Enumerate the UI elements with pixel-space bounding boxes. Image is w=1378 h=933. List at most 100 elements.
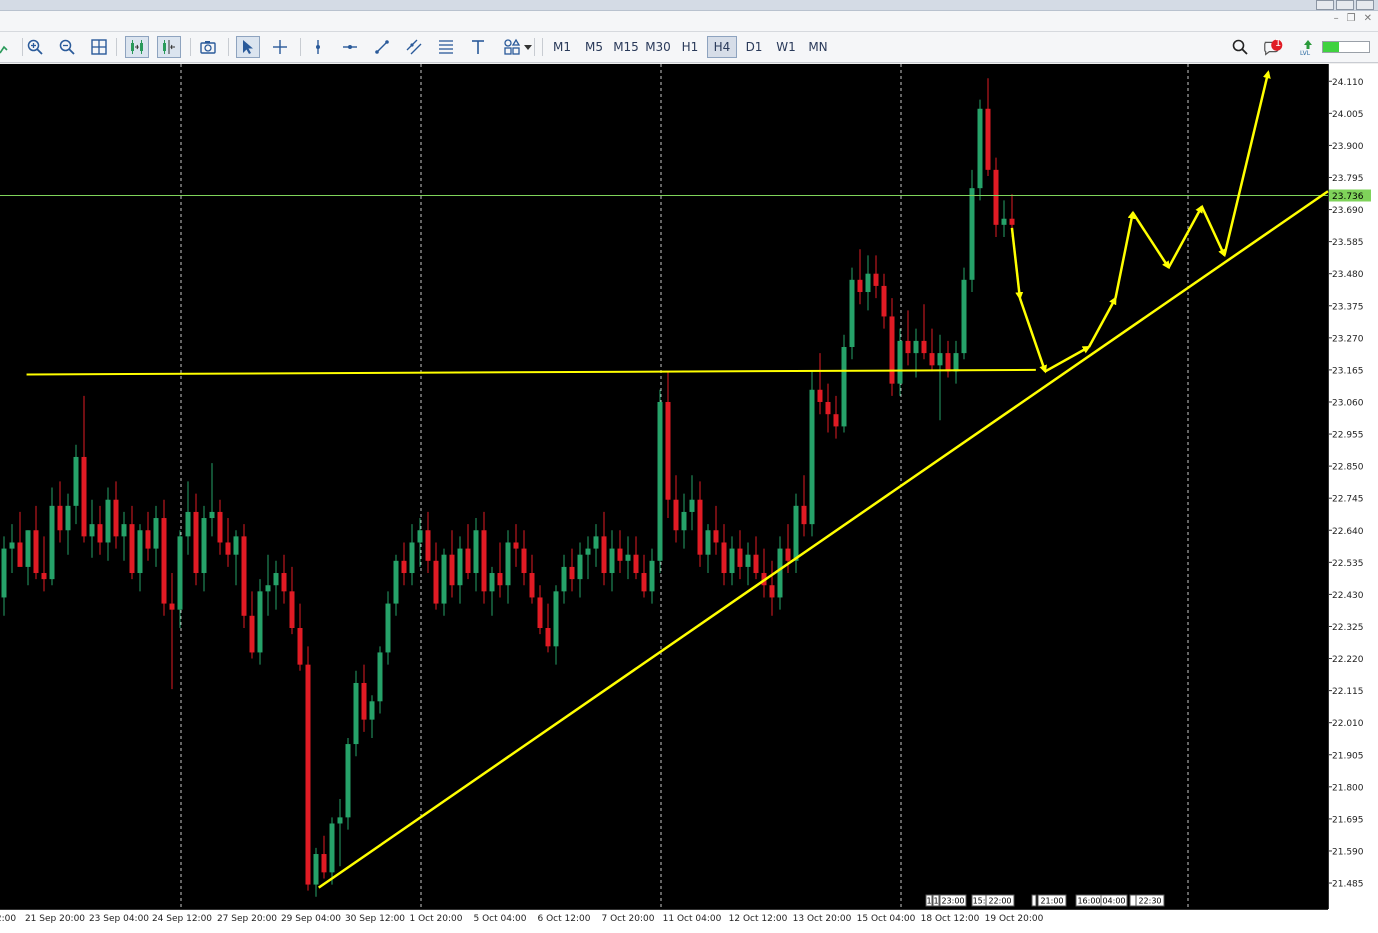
trend-arrow-icon[interactable] xyxy=(0,40,8,54)
time-marker-label: 1 xyxy=(933,897,938,906)
timeframe-m5-button[interactable]: M5 xyxy=(581,36,607,58)
toolbar-separator xyxy=(22,38,23,56)
zoom-out-icon xyxy=(59,39,75,55)
window-title-bar xyxy=(0,0,1378,11)
timeframe-m1-button[interactable]: M1 xyxy=(549,36,575,58)
shapes-dropdown-caret-icon[interactable] xyxy=(524,45,532,50)
candle-body xyxy=(769,585,775,598)
y-tick-label: 21.905 xyxy=(1332,751,1364,761)
lvl-label: LVL xyxy=(1300,50,1311,57)
y-tick-label: 22.640 xyxy=(1332,527,1364,537)
candle-body xyxy=(497,573,503,586)
candle-body xyxy=(665,401,671,500)
zoom-in-icon xyxy=(27,39,43,55)
price-chart[interactable]: 24.110 24.005 23.900 23.795 23.690 23.585 23.4… xyxy=(0,64,1378,933)
search-button[interactable] xyxy=(1228,36,1252,58)
screenshot-tool-button[interactable] xyxy=(196,36,220,58)
x-tick-label: 19 Oct 20:00 xyxy=(985,914,1044,924)
timeframe-w1-button[interactable]: W1 xyxy=(773,36,799,58)
candle-body xyxy=(273,573,279,586)
horizontal-line-tool-button[interactable] xyxy=(338,36,362,58)
chart-shift-tool-button[interactable] xyxy=(157,36,181,58)
shapes-menu-icon xyxy=(504,38,521,55)
notifications-button[interactable]: 1 xyxy=(1261,36,1287,58)
timeframe-h1-button[interactable]: H1 xyxy=(677,36,703,58)
zoom-in-tool-button[interactable] xyxy=(23,36,47,58)
time-marker-tag[interactable] xyxy=(1031,894,1037,907)
candle-body xyxy=(177,536,183,610)
candle-body xyxy=(825,401,831,415)
chart-area[interactable]: 24.110 24.005 23.900 23.795 23.690 23.585 23.4… xyxy=(0,64,1378,933)
timeframe-h4-button[interactable]: H4 xyxy=(707,36,737,58)
toolbar-separator xyxy=(542,38,543,56)
candle-body xyxy=(801,505,807,525)
timeframe-m30-button[interactable]: M30 xyxy=(643,36,673,58)
maximize-window-button[interactable] xyxy=(1336,0,1354,10)
candle-body xyxy=(729,548,735,574)
y-tick-label: 22.010 xyxy=(1332,719,1364,729)
candle-body xyxy=(353,682,359,745)
candle-body xyxy=(297,628,303,665)
candle-body xyxy=(641,573,647,592)
y-tick-label: 22.325 xyxy=(1332,623,1364,633)
crosshair-tool-button[interactable] xyxy=(268,36,292,58)
equidistant-channel-tool-button[interactable] xyxy=(402,36,426,58)
candle-body xyxy=(673,499,679,531)
tile-windows-tool-button[interactable] xyxy=(87,36,111,58)
timeframe-d1-button[interactable]: D1 xyxy=(741,36,767,58)
candle-body xyxy=(305,664,311,885)
signal-level-button[interactable]: LVL xyxy=(1296,36,1320,58)
zoom-out-tool-button[interactable] xyxy=(55,36,79,58)
x-tick-label: 30 Sep 12:00 xyxy=(345,914,405,924)
y-tick-label: 22.955 xyxy=(1332,431,1364,441)
candle-body xyxy=(953,353,959,372)
chart-restore-icon[interactable]: ❐ xyxy=(1347,13,1356,24)
chart-minimize-icon[interactable]: – xyxy=(1334,13,1339,24)
trend-line-icon xyxy=(375,40,389,54)
equidistant-channel-icon xyxy=(406,39,422,55)
candle-body xyxy=(217,511,223,543)
time-marker-label: 04:00 xyxy=(1102,897,1125,906)
chart-close-icon[interactable]: ✕ xyxy=(1364,13,1372,24)
auto-scroll-tool-button[interactable] xyxy=(125,36,149,58)
cursor-tool-button[interactable] xyxy=(236,36,260,58)
timeframe-mn-button[interactable]: MN xyxy=(804,36,832,58)
x-tick-label: 13 Oct 20:00 xyxy=(793,914,852,924)
y-tick-label: 23.795 xyxy=(1332,174,1364,184)
candle-body xyxy=(609,548,615,574)
trend-line-tool-button[interactable] xyxy=(370,36,394,58)
candle-body xyxy=(417,530,423,543)
vertical-line-tool-button[interactable] xyxy=(306,36,330,58)
candle-body xyxy=(409,542,415,574)
candle-body xyxy=(993,169,999,225)
candle-body xyxy=(129,524,135,574)
candle-body xyxy=(449,554,455,586)
candle-body xyxy=(473,530,479,574)
window-controls xyxy=(1316,0,1374,10)
candle-body xyxy=(985,108,991,170)
candle-body xyxy=(9,542,15,549)
timeframe-m15-button[interactable]: M15 xyxy=(611,36,641,58)
time-marker-label: 23:00 xyxy=(941,897,964,906)
close-window-button[interactable] xyxy=(1356,0,1374,10)
x-tick-label: 23 Sep 04:00 xyxy=(89,914,149,924)
candle-body xyxy=(481,530,487,592)
candle-body xyxy=(257,591,263,653)
time-marker-tag[interactable] xyxy=(1129,894,1137,907)
y-tick-label: 23.270 xyxy=(1332,334,1364,344)
candle-body xyxy=(369,701,375,720)
y-tick-label: 23.060 xyxy=(1332,398,1364,408)
candle-body xyxy=(977,108,983,189)
minimize-window-button[interactable] xyxy=(1316,0,1334,10)
candle-body xyxy=(505,542,511,586)
shapes-menu-tool-button[interactable] xyxy=(500,36,524,58)
candle-body xyxy=(33,530,39,574)
fibonacci-tool-button[interactable] xyxy=(434,36,458,58)
candle-body xyxy=(705,530,711,555)
tile-windows-icon xyxy=(91,39,107,55)
text-tool-button[interactable] xyxy=(466,36,490,58)
candle-body xyxy=(809,389,815,525)
y-tick-label: 22.850 xyxy=(1332,463,1364,473)
candle-body xyxy=(553,591,559,647)
time-marker-label: 22:00 xyxy=(988,897,1011,906)
